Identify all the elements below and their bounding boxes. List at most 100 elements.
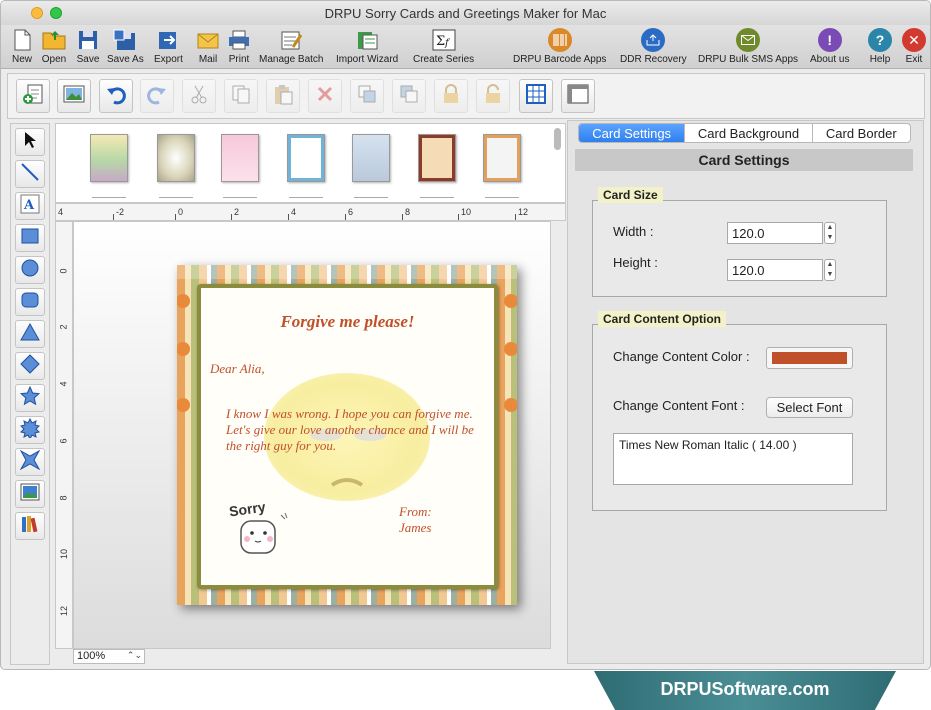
exit-button[interactable]: ✕ Exit bbox=[901, 27, 927, 65]
template-thumbnail[interactable] bbox=[287, 134, 325, 182]
about-us-button[interactable]: ! About us bbox=[810, 27, 849, 65]
divider bbox=[354, 197, 388, 198]
ruler-label: -2 bbox=[116, 207, 125, 217]
ruler-icon bbox=[566, 83, 590, 110]
diamond-tool-button[interactable] bbox=[15, 352, 45, 380]
bulk-sms-button[interactable]: DRPU Bulk SMS Apps bbox=[698, 27, 798, 65]
template-scrollbar[interactable] bbox=[554, 128, 561, 150]
undo-button[interactable] bbox=[99, 79, 133, 113]
picture-tool-button[interactable] bbox=[15, 480, 45, 508]
divider bbox=[159, 197, 193, 198]
ellipse-tool-button[interactable] bbox=[15, 256, 45, 284]
width-stepper[interactable]: ▲ ▼ bbox=[824, 222, 836, 244]
zoom-select[interactable]: 100% ⌃⌄ bbox=[73, 649, 145, 664]
paste-button[interactable] bbox=[266, 79, 300, 113]
insert-image-button[interactable] bbox=[57, 79, 91, 113]
text-tool-button[interactable]: A bbox=[15, 192, 45, 220]
diamond-icon bbox=[20, 353, 40, 379]
import-wizard-button[interactable]: Import Wizard bbox=[336, 27, 398, 65]
unlock-icon bbox=[482, 83, 504, 110]
copy-button[interactable] bbox=[224, 79, 258, 113]
add-page-button[interactable] bbox=[16, 79, 50, 113]
card-title[interactable]: Forgive me please! bbox=[197, 312, 498, 332]
divider bbox=[485, 197, 519, 198]
ddr-recovery-button[interactable]: DDR Recovery bbox=[620, 27, 687, 65]
export-button[interactable]: Export bbox=[154, 27, 183, 65]
ruler-label: 10 bbox=[59, 548, 70, 560]
create-series-button[interactable]: Σf Create Series bbox=[413, 27, 474, 65]
ruler-label: 6 bbox=[58, 438, 69, 444]
card-greeting[interactable]: Dear Alia, bbox=[210, 361, 265, 377]
select-font-button[interactable]: Select Font bbox=[766, 397, 853, 418]
ruler-label: 12 bbox=[59, 605, 70, 617]
main-toolbar: New Open Save Save As Export Mail Print bbox=[1, 25, 930, 69]
line-icon bbox=[20, 162, 40, 187]
send-backward-button[interactable] bbox=[392, 79, 426, 113]
template-thumbnail[interactable] bbox=[418, 134, 456, 182]
tab-card-settings[interactable]: Card Settings bbox=[579, 124, 686, 142]
ruler-label: 8 bbox=[58, 495, 69, 501]
height-label: Height : bbox=[613, 255, 658, 270]
card-message[interactable]: I know I was wrong. I hope you can forgi… bbox=[226, 406, 488, 454]
content-color-label: Change Content Color : bbox=[613, 349, 750, 364]
mail-button[interactable]: Mail bbox=[195, 27, 221, 65]
height-input[interactable]: 120.0 bbox=[727, 259, 823, 281]
template-thumbnail[interactable] bbox=[221, 134, 259, 182]
redo-button[interactable] bbox=[140, 79, 174, 113]
card-size-group bbox=[592, 200, 887, 297]
bring-forward-button[interactable] bbox=[350, 79, 384, 113]
help-button[interactable]: ? Help bbox=[867, 27, 893, 65]
cut-button[interactable] bbox=[182, 79, 216, 113]
drawing-tools-panel: A bbox=[10, 123, 50, 665]
four-point-star-tool-button[interactable] bbox=[15, 448, 45, 476]
settings-header: Card Settings bbox=[575, 149, 913, 171]
sorry-sticker[interactable]: Sorry bbox=[225, 499, 295, 561]
height-stepper[interactable]: ▲ ▼ bbox=[824, 259, 836, 281]
lock-button[interactable] bbox=[434, 79, 468, 113]
tab-card-background[interactable]: Card Background bbox=[685, 124, 813, 142]
picture-icon bbox=[20, 483, 40, 506]
select-tool-button[interactable] bbox=[15, 128, 45, 156]
line-tool-button[interactable] bbox=[15, 160, 45, 188]
save-button[interactable]: Save bbox=[75, 27, 101, 65]
card-signature[interactable]: From: James bbox=[399, 504, 432, 536]
width-input[interactable]: 120.0 bbox=[727, 222, 823, 244]
mail-icon bbox=[195, 27, 221, 53]
save-as-button[interactable]: Save As bbox=[107, 27, 144, 65]
content-font-label: Change Content Font : bbox=[613, 398, 745, 413]
manage-batch-button[interactable]: Manage Batch bbox=[259, 27, 324, 65]
ruler-label: 12 bbox=[518, 207, 529, 217]
barcode-apps-button[interactable]: DRPU Barcode Apps bbox=[513, 27, 606, 65]
ruler-label: 8 bbox=[405, 207, 411, 217]
ellipse-icon bbox=[20, 258, 40, 283]
open-button[interactable]: Open bbox=[41, 27, 67, 65]
bring-forward-icon bbox=[356, 83, 378, 110]
library-tool-button[interactable] bbox=[15, 512, 45, 540]
ruler-toggle-button[interactable] bbox=[561, 79, 595, 113]
ruler-label: 0 bbox=[178, 207, 184, 217]
content-color-button[interactable] bbox=[766, 347, 853, 369]
vertical-ruler: 0 2 4 6 8 10 12 bbox=[55, 221, 73, 649]
rectangle-tool-button[interactable] bbox=[15, 224, 45, 252]
divider bbox=[223, 197, 257, 198]
triangle-icon bbox=[20, 322, 40, 346]
rounded-rectangle-tool-button[interactable] bbox=[15, 288, 45, 316]
grid-button[interactable] bbox=[519, 79, 553, 113]
burst-tool-button[interactable] bbox=[15, 416, 45, 444]
tab-card-border[interactable]: Card Border bbox=[813, 124, 910, 142]
delete-button[interactable] bbox=[308, 79, 342, 113]
divider bbox=[289, 197, 323, 198]
brand-banner: DRPUSoftware.com bbox=[594, 671, 896, 710]
new-button[interactable]: New bbox=[9, 27, 35, 65]
template-thumbnail[interactable] bbox=[483, 134, 521, 182]
print-button[interactable]: Print bbox=[226, 27, 252, 65]
edit-toolbar bbox=[7, 73, 925, 119]
unlock-button[interactable] bbox=[476, 79, 510, 113]
star-tool-button[interactable] bbox=[15, 384, 45, 412]
delete-x-icon bbox=[314, 83, 336, 110]
template-thumbnail[interactable] bbox=[90, 134, 128, 182]
triangle-tool-button[interactable] bbox=[15, 320, 45, 348]
template-thumbnail[interactable] bbox=[157, 134, 195, 182]
template-thumbnail[interactable] bbox=[352, 134, 390, 182]
divider bbox=[420, 197, 454, 198]
